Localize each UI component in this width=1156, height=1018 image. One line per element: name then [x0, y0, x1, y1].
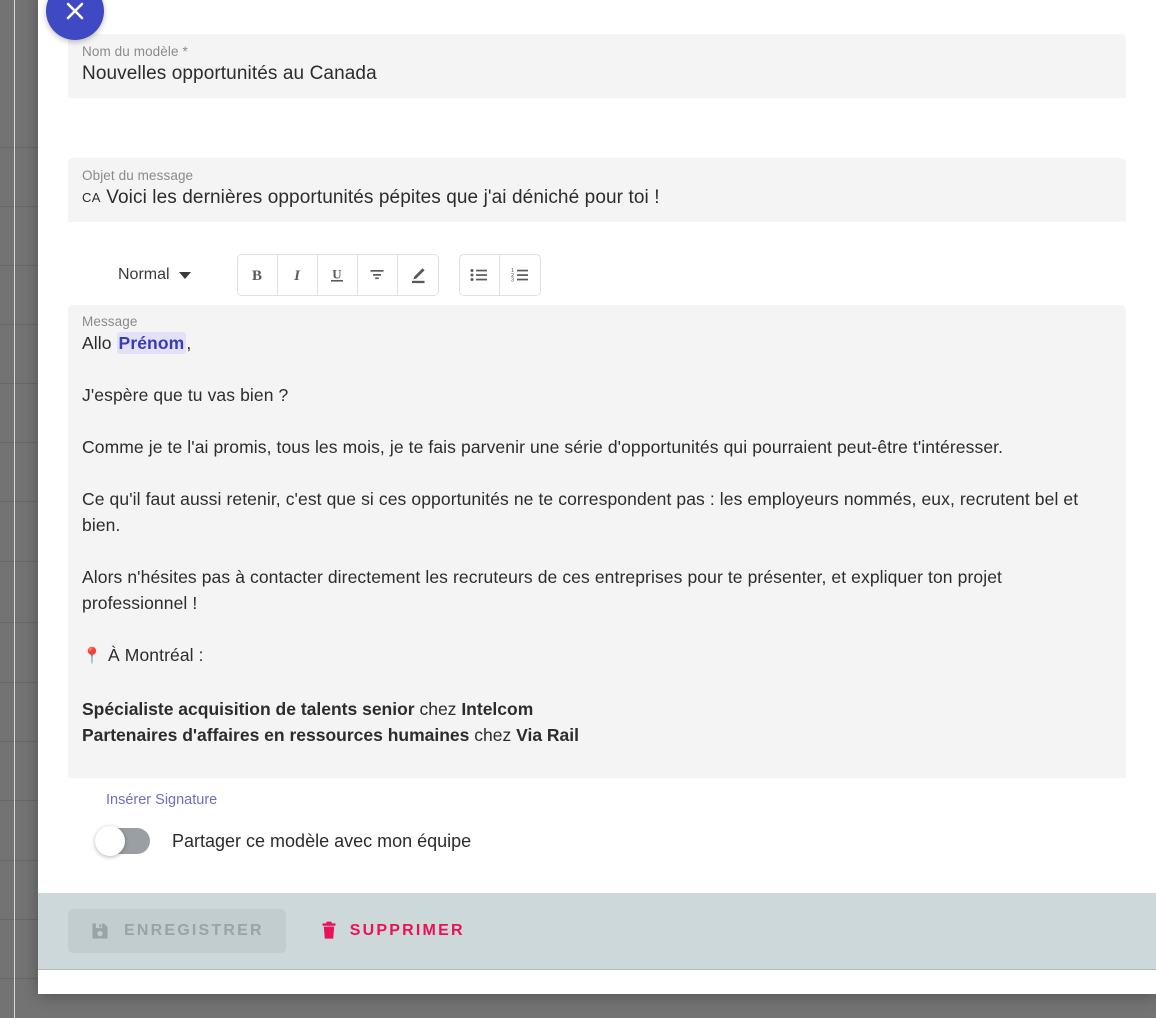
message-greeting: Allo Prénom, — [82, 330, 1112, 356]
numbered-list-icon-glyph: 1 2 3 — [511, 268, 528, 283]
italic-icon-glyph: I — [293, 268, 301, 284]
job-company: Via Rail — [516, 725, 580, 745]
location-label: À Montréal : — [108, 645, 204, 665]
subject-value-row: CA Voici les dernières opportunités pépi… — [82, 184, 1112, 212]
highlight-pen-icon[interactable] — [397, 255, 438, 295]
italic-icon[interactable]: I — [277, 255, 318, 295]
job-title: Partenaires d'affaires en ressources hum… — [82, 725, 470, 745]
insert-signature-link[interactable]: Insérer Signature — [106, 792, 217, 808]
delete-button-label: SUPPRIMER — [349, 922, 465, 939]
merge-tag-firstname[interactable]: Prénom — [116, 332, 187, 354]
subject-label: Objet du message — [82, 168, 194, 183]
share-template-row: Partager ce modèle avec mon équipe — [68, 826, 472, 856]
map-pin-icon: 📍 — [82, 648, 103, 665]
template-name-field[interactable]: Nom du modèle * Nouvelles opportunités a… — [68, 34, 1126, 98]
save-disk-icon — [92, 923, 108, 939]
bold-icon[interactable]: B — [237, 255, 278, 295]
template-name-label: Nom du modèle * — [82, 44, 188, 59]
message-location-line: 📍 À Montréal : — [82, 642, 1112, 670]
template-name-value: Nouvelles opportunités au Canada — [82, 63, 377, 84]
bulleted-list-icon-glyph — [470, 269, 488, 281]
svg-text:I: I — [293, 268, 301, 284]
highlight-pen-icon-glyph — [411, 268, 425, 284]
paragraph-style-select[interactable]: Normal — [116, 263, 193, 287]
strikethrough-icon[interactable] — [357, 255, 398, 295]
svg-text:B: B — [252, 268, 262, 284]
greeting-before: Allo — [82, 333, 117, 353]
message-paragraph: Comme je te l'ai promis, tous les mois, … — [82, 437, 1004, 457]
message-paragraph: J'espère que tu vas bien ? — [82, 385, 289, 405]
save-button-label: ENREGISTRER — [124, 922, 264, 939]
job-company: Intelcom — [461, 699, 534, 719]
text-format-button-group: B I U — [236, 254, 439, 296]
job-connector: chez — [469, 725, 517, 745]
save-button[interactable]: ENREGISTRER — [68, 909, 286, 953]
close-icon-glyph — [66, 2, 84, 20]
numbered-list-icon[interactable]: 1 2 3 — [499, 255, 540, 295]
message-paragraph: Ce qu'il faut aussi retenir, c'est que s… — [82, 489, 1079, 535]
bold-icon-glyph: B — [252, 268, 262, 284]
message-field[interactable]: Message Allo Prénom, J'espère que tu vas… — [68, 305, 1126, 778]
job-connector: chez — [414, 699, 462, 719]
greeting-after: , — [186, 333, 192, 353]
svg-text:3: 3 — [511, 277, 514, 283]
chevron-down-icon — [178, 271, 191, 279]
toggle-knob — [95, 826, 125, 856]
delete-button[interactable]: SUPPRIMER — [306, 909, 479, 953]
job-listing: Partenaires d'affaires en ressources hum… — [82, 722, 1112, 748]
list-button-group: 1 2 3 — [458, 254, 541, 296]
editor-toolbar: Normal B I U 1 2 3 — [68, 245, 1126, 305]
trash-icon — [322, 921, 336, 939]
share-template-toggle[interactable] — [95, 826, 150, 856]
subject-locale-prefix: CA — [82, 190, 101, 205]
strikethrough-icon-glyph — [370, 270, 384, 280]
svg-text:U: U — [332, 267, 342, 282]
subject-value: Voici les dernières opportunités pépites… — [106, 187, 660, 208]
share-template-label: Partager ce modèle avec mon équipe — [172, 830, 472, 851]
dialog-footer: ENREGISTRER SUPPRIMER — [38, 893, 1156, 970]
message-paragraph: Alors n'hésites pas à contacter directem… — [82, 567, 1002, 613]
dialog-content: Nom du modèle * Nouvelles opportunités a… — [38, 0, 1156, 879]
message-label: Message — [82, 314, 138, 329]
background-rail — [14, 0, 15, 1018]
underline-icon-glyph: U — [331, 267, 344, 282]
paragraph-style-value: Normal — [118, 266, 170, 283]
subject-field[interactable]: Objet du message CA Voici les dernières … — [68, 158, 1126, 222]
email-template-editor-dialog: Nom du modèle * Nouvelles opportunités a… — [38, 0, 1156, 994]
job-title: Spécialiste acquisition de talents senio… — [82, 699, 415, 719]
job-listing: Spécialiste acquisition de talents senio… — [82, 696, 1112, 722]
bulleted-list-icon[interactable] — [459, 255, 500, 295]
underline-icon[interactable]: U — [317, 255, 358, 295]
